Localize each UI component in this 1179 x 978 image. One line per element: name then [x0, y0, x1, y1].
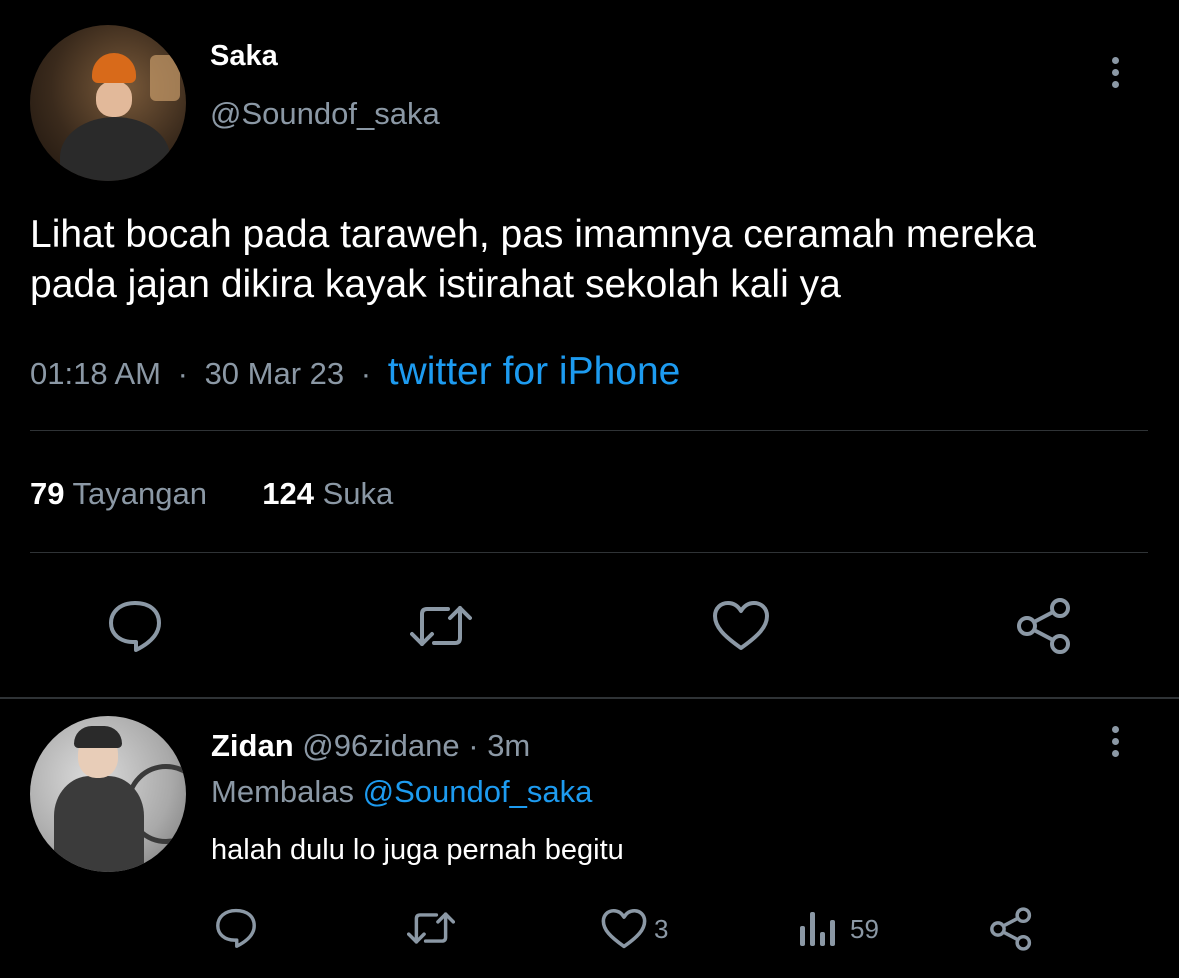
replying-to-link[interactable]: @Soundof_saka: [363, 774, 593, 809]
share-icon[interactable]: [1014, 596, 1074, 656]
tweet-source-link[interactable]: twitter for iPhone: [388, 350, 681, 393]
tweet-date[interactable]: 30 Mar 23: [205, 356, 345, 391]
like-icon[interactable]: [601, 908, 647, 950]
share-icon[interactable]: [988, 906, 1034, 952]
tweet-text-line-1: Lihat bocah pada taraweh, pas imamnya ce…: [30, 213, 1036, 256]
main-author-name[interactable]: Saka: [210, 40, 278, 73]
retweet-icon[interactable]: [407, 908, 455, 948]
retweet-icon[interactable]: [410, 600, 472, 652]
more-options-icon[interactable]: [1109, 726, 1121, 762]
meta-separator: ·: [468, 728, 479, 763]
avatar-background-lamp: [150, 55, 180, 101]
reply-header: Zidan @96zidane · 3m: [211, 728, 530, 764]
reply-view-count: 59: [850, 914, 879, 944]
avatar-face: [96, 81, 132, 117]
views-count: 79: [30, 476, 65, 511]
divider: [0, 697, 1179, 699]
tweet-stats: 79 Tayangan 124 Suka: [30, 476, 393, 512]
reply-text: halah dulu lo juga pernah begitu: [211, 834, 624, 866]
views-stat[interactable]: 79 Tayangan: [30, 476, 216, 511]
main-author-avatar[interactable]: [30, 25, 186, 181]
reply-author-name[interactable]: Zidan: [211, 728, 294, 763]
reply-like-count: 3: [654, 914, 669, 944]
reply-time[interactable]: 3m: [487, 728, 530, 763]
reply-icon[interactable]: [214, 906, 258, 950]
tweet-text-line-2: pada jajan dikira kayak istirahat sekola…: [30, 263, 841, 306]
likes-stat[interactable]: 124 Suka: [262, 476, 393, 511]
reply-author-avatar[interactable]: [30, 716, 186, 872]
avatar-body: [60, 117, 170, 181]
divider: [30, 430, 1148, 431]
meta-separator: ·: [177, 356, 188, 391]
tweet-time[interactable]: 01:18 AM: [30, 356, 161, 391]
tweet-meta: 01:18 AM · 30 Mar 23 · twitter for iPhon…: [30, 350, 680, 394]
avatar-beanie: [92, 53, 136, 83]
main-author-handle[interactable]: @Soundof_saka: [210, 96, 440, 132]
views-label: Tayangan: [72, 476, 207, 511]
tweet-text: Lihat bocah pada taraweh, pas imamnya ce…: [30, 210, 1160, 310]
reply-author-handle[interactable]: @96zidane: [302, 728, 459, 763]
replying-to-label: Membalas: [211, 774, 354, 809]
replying-to: Membalas @Soundof_saka: [211, 774, 592, 810]
divider: [30, 552, 1148, 553]
more-options-icon[interactable]: [1109, 57, 1121, 93]
likes-label: Suka: [322, 476, 394, 511]
reply-icon[interactable]: [106, 598, 164, 654]
meta-separator: ·: [360, 356, 372, 391]
likes-count: 124: [262, 476, 314, 511]
like-icon[interactable]: [712, 600, 770, 652]
avatar-hair: [74, 726, 122, 748]
avatar-body: [54, 776, 144, 872]
analytics-icon[interactable]: [798, 910, 838, 948]
